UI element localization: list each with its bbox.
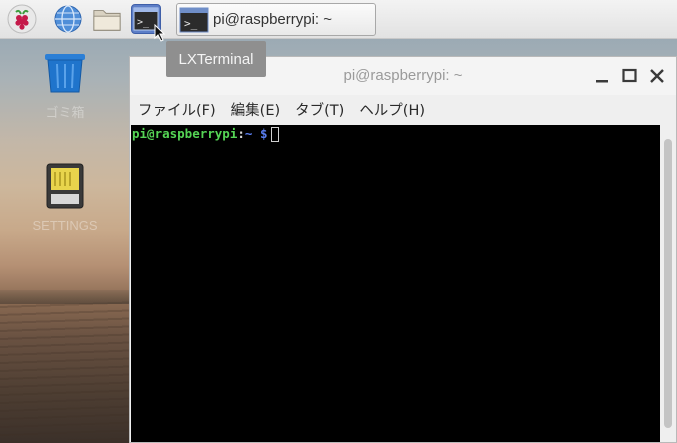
desktop-settings[interactable]: SETTINGS <box>15 162 115 233</box>
svg-text:>_: >_ <box>137 17 150 28</box>
desktop-icon-label: ゴミ箱 <box>45 105 85 120</box>
minimize-icon[interactable] <box>594 67 612 85</box>
menu-tabs[interactable]: タブ(T) <box>287 99 351 120</box>
menu-file[interactable]: ファイル(F) <box>130 99 223 120</box>
tooltip: LXTerminal <box>166 41 266 77</box>
taskbar: >_ >_ pi@raspberrypi: ~ <box>0 0 677 42</box>
shell-prompt: pi@raspberrypi:~ $ <box>132 126 280 142</box>
web-browser-icon[interactable] <box>53 4 83 34</box>
menu-edit[interactable]: 編集(E) <box>223 99 287 120</box>
desktop-icon-label: SETTINGS <box>32 218 98 233</box>
menu-help[interactable]: ヘルプ(H) <box>351 99 432 120</box>
prompt-user-host: pi@raspberrypi <box>132 126 238 141</box>
desktop-trash[interactable]: ゴミ箱 <box>15 50 115 121</box>
close-icon[interactable] <box>648 67 666 85</box>
prompt-separator: : <box>237 126 245 141</box>
terminal-icon: >_ <box>179 7 209 33</box>
file-manager-icon[interactable] <box>92 4 122 34</box>
text-cursor <box>271 127 280 142</box>
taskbar-window-label: pi@raspberrypi: ~ <box>213 11 333 28</box>
trash-icon <box>45 54 85 93</box>
terminal-area[interactable]: pi@raspberrypi:~ $ <box>131 125 660 442</box>
mouse-pointer-icon <box>154 24 166 42</box>
terminal-scrollbar[interactable] <box>661 125 676 442</box>
terminal-window: pi@raspberrypi: ~ ファイル(F) 編集(E) タブ(T) ヘル… <box>129 56 677 443</box>
menu-bar: ファイル(F) 編集(E) タブ(T) ヘルプ(H) <box>130 95 676 123</box>
prompt-symbol: $ <box>252 126 268 141</box>
taskbar-window-button[interactable]: >_ pi@raspberrypi: ~ <box>176 3 376 36</box>
raspberry-menu-icon[interactable] <box>7 4 37 34</box>
sd-card-icon <box>46 163 84 209</box>
svg-text:>_: >_ <box>184 17 198 30</box>
scrollbar-thumb[interactable] <box>664 139 672 428</box>
maximize-icon[interactable] <box>621 67 639 85</box>
